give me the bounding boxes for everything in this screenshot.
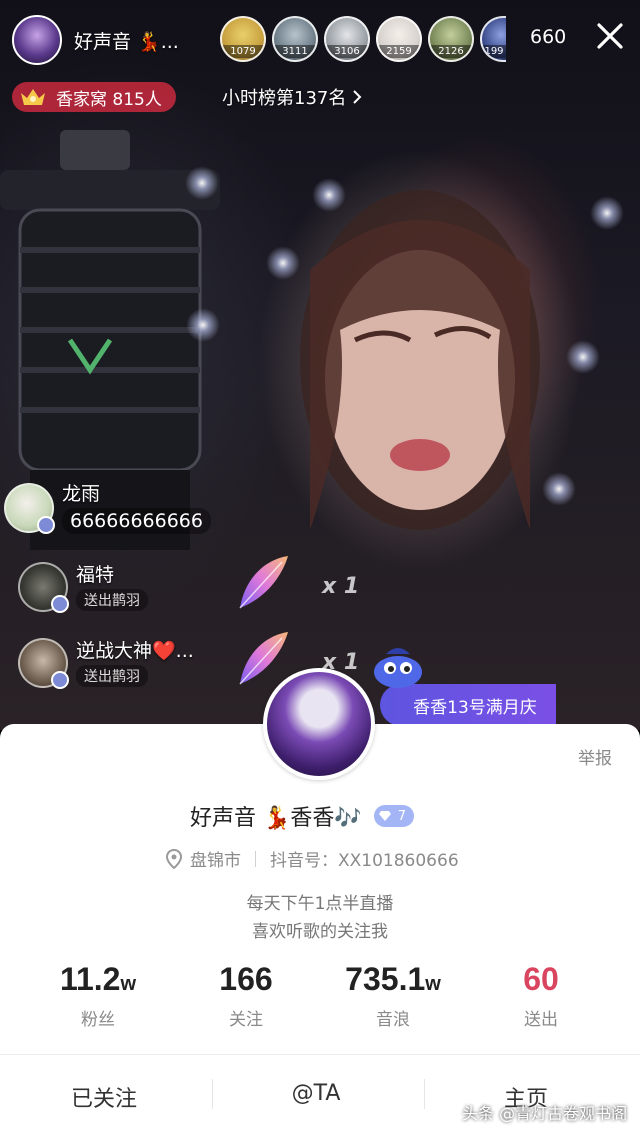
profile-bio: 每天下午1点半直播 喜欢听歌的关注我 bbox=[0, 890, 640, 946]
commenter-avatar[interactable] bbox=[18, 638, 69, 689]
divider bbox=[424, 1079, 425, 1109]
watermark-text: 头条 @青灯古卷观书阁 bbox=[462, 1104, 628, 1123]
stat-unit: w bbox=[120, 973, 137, 995]
stat-value: 735.1 bbox=[345, 961, 426, 997]
badge-icon bbox=[51, 595, 69, 613]
mascot-icon bbox=[374, 648, 422, 688]
commenter-name[interactable]: 龙雨 bbox=[62, 482, 211, 506]
badge-icon bbox=[37, 516, 55, 534]
viewer-score: 1079 bbox=[222, 45, 264, 58]
sparkle-decor bbox=[266, 246, 300, 280]
stat-value: 60 bbox=[523, 961, 559, 997]
report-button[interactable]: 举报 bbox=[578, 744, 612, 769]
stat-label: 关注 bbox=[229, 1010, 263, 1030]
location-text: 盘锦市 bbox=[190, 851, 241, 871]
viewer-score: 3111 bbox=[274, 45, 316, 58]
viewer-score: 2159 bbox=[378, 45, 420, 58]
diamond-icon bbox=[378, 811, 391, 821]
hourly-rank-label: 小时榜第137名 bbox=[222, 88, 347, 109]
divider bbox=[255, 850, 256, 867]
stat-label: 音浪 bbox=[376, 1010, 410, 1030]
host-info[interactable]: 好声音 💃... bbox=[12, 14, 212, 66]
profile-avatar[interactable] bbox=[263, 668, 375, 780]
profile-name-row: 好声音 💃香香🎶 7 bbox=[190, 800, 415, 832]
watermark: 头条 @青灯古卷观书阁 bbox=[462, 1100, 627, 1124]
stat-label: 粉丝 bbox=[81, 1010, 115, 1030]
profile-actions: 已关注 @TA 主页 bbox=[0, 1054, 640, 1138]
comment-text: 66666666666 bbox=[62, 508, 211, 534]
viewer-avatar[interactable]: 3111 bbox=[272, 16, 318, 62]
heart-crown-icon bbox=[21, 89, 45, 105]
bio-line: 喜欢听歌的关注我 bbox=[252, 922, 388, 942]
bio-line: 每天下午1点半直播 bbox=[246, 894, 394, 914]
sparkle-decor bbox=[186, 308, 220, 342]
viewer-score: 199 bbox=[482, 45, 506, 58]
location-pin-icon bbox=[166, 848, 182, 869]
stat-label: 送出 bbox=[524, 1010, 558, 1030]
commenter-name[interactable]: 逆战大神❤️... bbox=[76, 639, 194, 663]
stat-sound-waves[interactable]: 735.1w 音浪 bbox=[333, 960, 453, 1030]
stat-unit: w bbox=[425, 973, 441, 995]
commenter-name[interactable]: 福特 bbox=[76, 563, 148, 587]
viewer-count[interactable]: 660 bbox=[530, 26, 566, 48]
host-avatar[interactable] bbox=[12, 15, 62, 65]
chevron-right-icon bbox=[353, 90, 362, 104]
followed-button[interactable]: 已关注 bbox=[34, 1081, 174, 1113]
douyin-id: 抖音号：XX101860666 bbox=[270, 851, 459, 871]
viewer-avatar[interactable]: 2126 bbox=[428, 16, 474, 62]
banner-text: 香香13号满月庆 bbox=[413, 697, 537, 718]
sparkle-decor bbox=[185, 166, 219, 200]
profile-meta: 盘锦市 抖音号：XX101860666 bbox=[166, 846, 459, 871]
level-badge: 7 bbox=[373, 805, 415, 827]
level-number: 7 bbox=[397, 808, 407, 824]
commenter-avatar[interactable] bbox=[18, 562, 69, 613]
performer-image bbox=[300, 190, 540, 530]
stat-following[interactable]: 166 关注 bbox=[186, 960, 306, 1030]
comment-item: 龙雨 66666666666 bbox=[4, 482, 211, 534]
anniversary-banner[interactable]: 香香13号满月庆 bbox=[380, 684, 556, 726]
viewer-avatar[interactable]: 199 bbox=[480, 16, 506, 62]
stat-followers[interactable]: 11.2w 粉丝 bbox=[38, 960, 158, 1030]
comment-item: 逆战大神❤️... 送出鹊羽 bbox=[18, 638, 194, 689]
profile-name: 好声音 💃香香🎶 bbox=[190, 806, 362, 831]
fan-club-label: 香家窝 815人 bbox=[56, 89, 162, 110]
gift-multiplier: x 1 bbox=[322, 574, 360, 599]
hourly-rank-link[interactable]: 小时榜第137名 bbox=[222, 84, 362, 110]
sparkle-decor bbox=[542, 472, 576, 506]
feather-gift-icon bbox=[239, 556, 288, 609]
host-name[interactable]: 好声音 💃... bbox=[74, 27, 179, 54]
stat-value: 166 bbox=[219, 961, 273, 997]
viewer-score: 3106 bbox=[326, 45, 368, 58]
viewer-avatar[interactable]: 3106 bbox=[324, 16, 370, 62]
viewer-score: 2126 bbox=[430, 45, 472, 58]
mention-button[interactable]: @TA bbox=[246, 1081, 386, 1106]
sparkle-decor bbox=[566, 340, 600, 374]
viewer-avatar[interactable]: 1079 bbox=[220, 16, 266, 62]
sparkle-decor bbox=[312, 178, 346, 212]
fan-club-button[interactable]: 香家窝 815人 bbox=[12, 82, 176, 112]
stat-sent[interactable]: 60 送出 bbox=[481, 960, 601, 1030]
comment-item: 福特 送出鹊羽 bbox=[18, 562, 148, 613]
viewer-avatar[interactable]: 2159 bbox=[376, 16, 422, 62]
stat-value: 11.2 bbox=[59, 961, 121, 997]
gift-notice: 送出鹊羽 bbox=[76, 589, 148, 611]
badge-icon bbox=[51, 671, 69, 689]
sparkle-decor bbox=[590, 196, 624, 230]
top-viewers-list: 1079 3111 3106 2159 2126 199 bbox=[220, 16, 506, 64]
commenter-avatar[interactable] bbox=[4, 483, 55, 534]
gift-notice: 送出鹊羽 bbox=[76, 665, 148, 687]
close-icon[interactable] bbox=[594, 20, 626, 52]
divider bbox=[212, 1079, 213, 1109]
